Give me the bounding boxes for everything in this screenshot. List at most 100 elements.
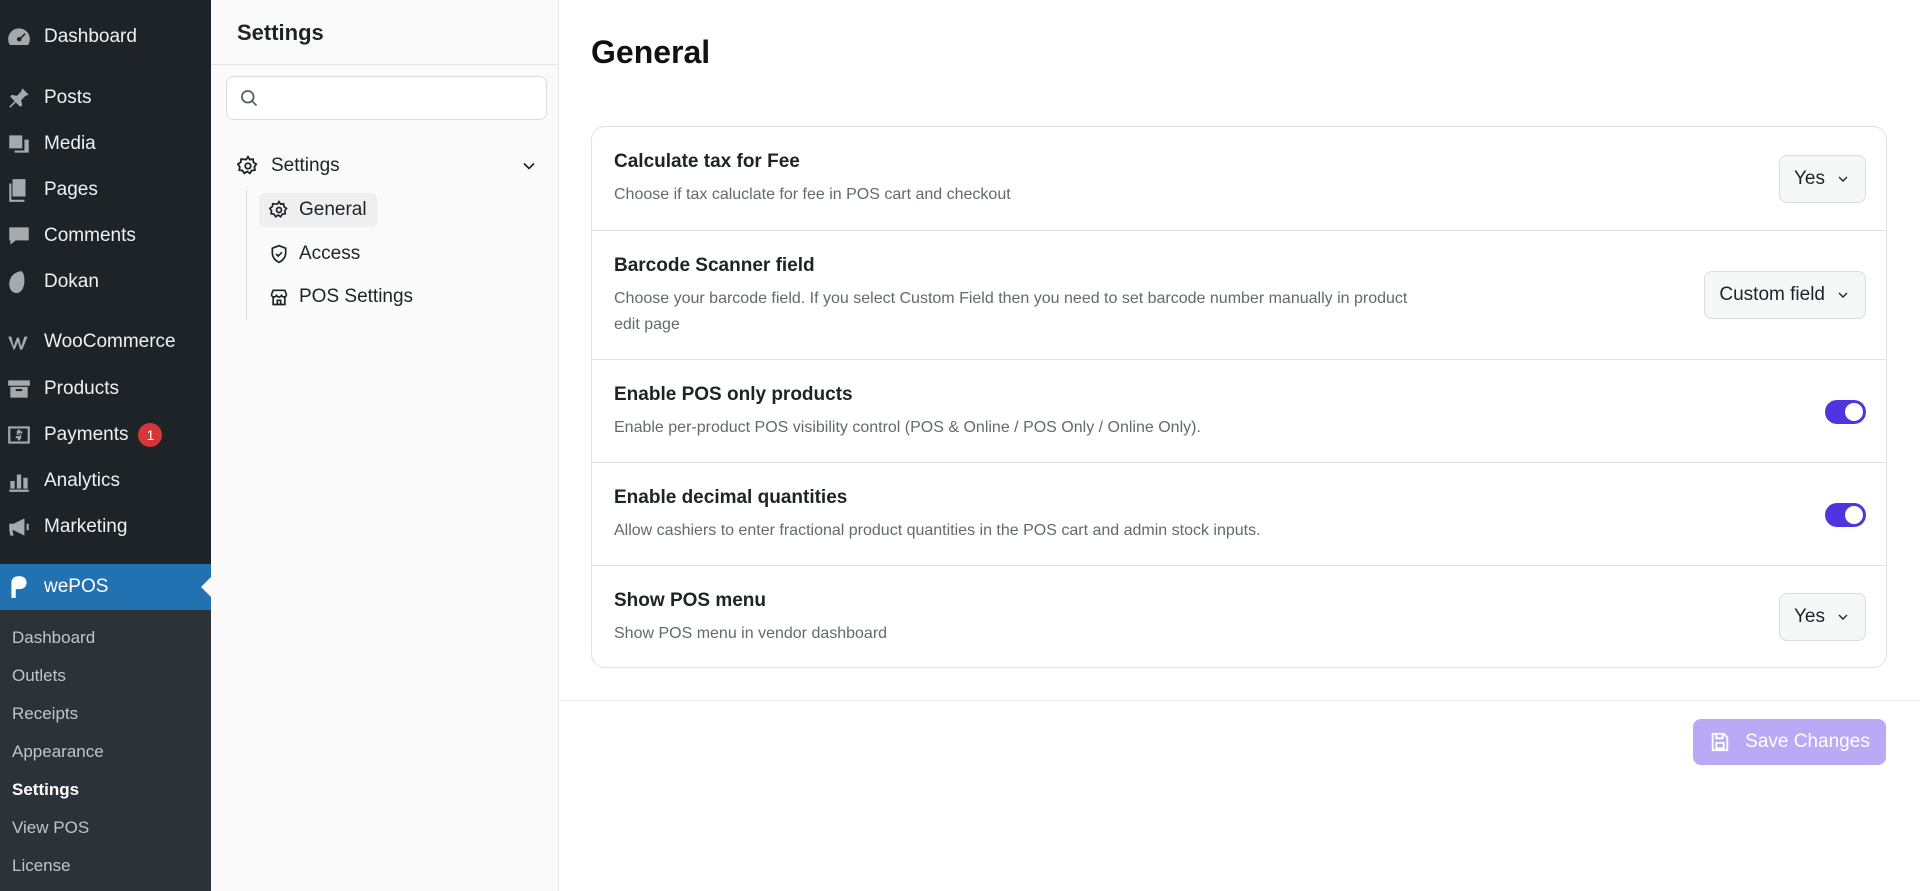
menu-item-dashboard[interactable]: Dashboard (0, 14, 211, 60)
gear-icon (269, 200, 288, 218)
submenu-outlets[interactable]: Outlets (12, 666, 66, 686)
megaphone-icon (0, 514, 44, 540)
toggle-knob (1845, 403, 1863, 421)
footer-divider (560, 700, 1920, 701)
comment-icon (0, 223, 44, 249)
menu-label: Comments (44, 225, 136, 246)
dollar-icon (0, 422, 44, 448)
main-content: General Calculate tax for Fee Choose if … (560, 0, 1920, 891)
gear-icon (237, 155, 258, 175)
menu-item-woocommerce[interactable]: WooCommerce (0, 319, 211, 365)
menu-label: Dashboard (44, 26, 137, 47)
menu-label: WooCommerce (44, 331, 176, 352)
wepos-icon (0, 574, 44, 600)
menu-item-wepos[interactable]: wePOS (0, 564, 211, 610)
setting-label: Enable decimal quantities (614, 487, 848, 508)
setting-description: Choose your barcode field. If you select… (614, 290, 1408, 333)
decimal-quantities-toggle[interactable] (1825, 503, 1866, 527)
archive-icon (0, 376, 44, 402)
woocommerce-icon (0, 329, 44, 355)
setting-row-calculate-tax: Calculate tax for Fee Choose if tax calu… (592, 127, 1886, 230)
wepos-submenu: Dashboard Outlets Receipts Appearance Se… (0, 610, 211, 891)
setting-row-barcode-scanner: Barcode Scanner field Choose your barcod… (592, 230, 1886, 359)
nav-item-pos-settings[interactable]: POS Settings (259, 280, 423, 314)
calculate-tax-select[interactable]: Yes (1779, 155, 1866, 203)
save-changes-button[interactable]: Save Changes (1693, 719, 1886, 765)
menu-item-pages[interactable]: Pages (0, 167, 211, 213)
save-button-label: Save Changes (1745, 731, 1870, 752)
search-box[interactable] (226, 76, 547, 120)
setting-description: Enable per-product POS visibility contro… (614, 419, 1201, 436)
store-icon (270, 289, 288, 306)
tree-line (246, 190, 247, 320)
chevron-down-icon (1838, 614, 1848, 620)
nav-item-access[interactable]: Access (259, 237, 370, 271)
setting-row-decimal-quantities: Enable decimal quantities Allow cashiers… (592, 462, 1886, 565)
setting-label: Calculate tax for Fee (614, 151, 800, 172)
pages-icon (0, 177, 44, 203)
nav-item-label: Access (299, 243, 361, 264)
chevron-down-icon (1838, 292, 1848, 298)
setting-row-pos-only-products: Enable POS only products Enable per-prod… (592, 359, 1886, 462)
barcode-field-select[interactable]: Custom field (1704, 271, 1866, 319)
show-pos-menu-select[interactable]: Yes (1779, 593, 1866, 641)
pos-only-products-toggle[interactable] (1825, 400, 1866, 424)
menu-label: Dokan (44, 271, 99, 292)
dokan-icon (0, 269, 44, 295)
dashboard-icon (0, 24, 44, 50)
settings-card: Calculate tax for Fee Choose if tax calu… (591, 126, 1887, 668)
notification-badge: 1 (138, 423, 163, 447)
settings-nav-panel: Settings Settings General Access POS Set… (211, 0, 559, 891)
settings-group-toggle[interactable]: Settings (237, 150, 549, 182)
menu-item-analytics[interactable]: Analytics (0, 458, 211, 504)
menu-item-dokan[interactable]: Dokan (0, 259, 211, 305)
menu-label: Posts (44, 87, 92, 108)
setting-description: Show POS menu in vendor dashboard (614, 625, 888, 642)
setting-label: Enable POS only products (614, 384, 853, 405)
menu-label: Marketing (44, 516, 128, 537)
menu-label: Products (44, 378, 119, 399)
pin-icon (0, 85, 44, 111)
submenu-settings[interactable]: Settings (12, 780, 79, 800)
shield-check-icon (271, 244, 287, 264)
setting-description: Choose if tax caluclate for fee in POS c… (614, 186, 1011, 203)
bar-chart-icon (0, 468, 44, 494)
setting-description: Allow cashiers to enter fractional produ… (614, 522, 1261, 539)
submenu-view-pos[interactable]: View POS (12, 818, 89, 838)
menu-item-comments[interactable]: Comments (0, 213, 211, 259)
search-input[interactable] (267, 89, 537, 107)
menu-label: Payments (44, 424, 129, 445)
chevron-down-icon (1838, 176, 1848, 182)
search-icon (241, 90, 258, 107)
nav-item-label: General (299, 199, 367, 220)
submenu-dashboard[interactable]: Dashboard (12, 628, 95, 648)
toggle-knob (1845, 506, 1863, 524)
menu-label: Analytics (44, 470, 121, 491)
menu-item-posts[interactable]: Posts (0, 75, 211, 121)
menu-item-media[interactable]: Media (0, 121, 211, 167)
submenu-license[interactable]: License (12, 856, 71, 876)
submenu-receipts[interactable]: Receipts (12, 704, 78, 724)
admin-sidebar: Dashboard Posts Media Pages Comments Dok… (0, 0, 211, 891)
settings-nav-title: Settings (237, 20, 324, 45)
submenu-appearance[interactable]: Appearance (12, 742, 104, 762)
settings-group-label: Settings (271, 155, 340, 176)
page-title: General (591, 34, 711, 70)
chevron-down-icon (523, 162, 535, 170)
menu-label: wePOS (44, 576, 109, 597)
menu-label: Media (44, 133, 96, 154)
save-icon (1711, 732, 1729, 752)
menu-item-marketing[interactable]: Marketing (0, 504, 211, 550)
select-value: Custom field (1719, 284, 1825, 305)
setting-label: Show POS menu (614, 590, 767, 611)
menu-item-payments[interactable]: Payments 1 (0, 412, 211, 458)
select-value: Yes (1794, 168, 1825, 189)
setting-label: Barcode Scanner field (614, 255, 815, 276)
setting-row-show-pos-menu: Show POS menu Show POS menu in vendor da… (592, 565, 1886, 667)
nav-item-general[interactable]: General (259, 193, 377, 227)
menu-label: Pages (44, 179, 98, 200)
menu-item-products[interactable]: Products (0, 366, 211, 412)
nav-item-label: POS Settings (299, 286, 414, 307)
media-icon (0, 131, 44, 157)
select-value: Yes (1794, 606, 1825, 627)
